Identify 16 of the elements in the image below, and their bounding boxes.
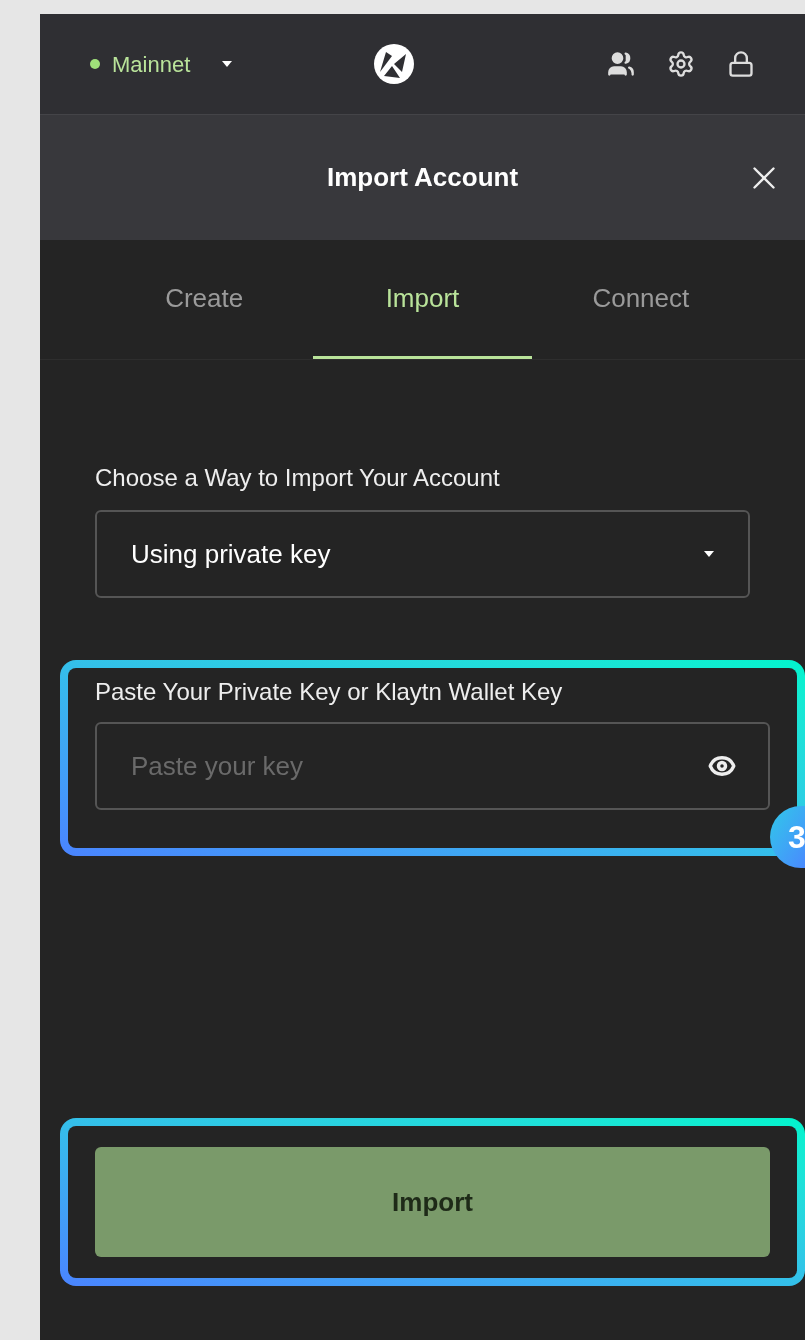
settings-icon[interactable] [667,50,695,78]
field-label: Choose a Way to Import Your Account [95,463,501,493]
caret-icon [222,61,233,67]
people-icon[interactable] [607,50,635,78]
tab[interactable]: Import [313,240,532,359]
tab[interactable]: Connect [531,240,750,359]
lock-icon[interactable] [727,50,755,78]
key-input-field[interactable]: Paste your key [95,722,770,810]
dialog-title: Import Account [326,161,519,194]
logo-icon [372,42,417,86]
dropdown[interactable]: Using private key [95,510,750,598]
import-button[interactable]: Import [95,1147,770,1257]
caret-icon [704,551,714,557]
field-label: Paste Your Private Key or Klaytn Wallet Key [95,677,564,707]
tab[interactable]: Create [95,240,314,359]
network-selector[interactable]: Mainnet [90,47,233,81]
